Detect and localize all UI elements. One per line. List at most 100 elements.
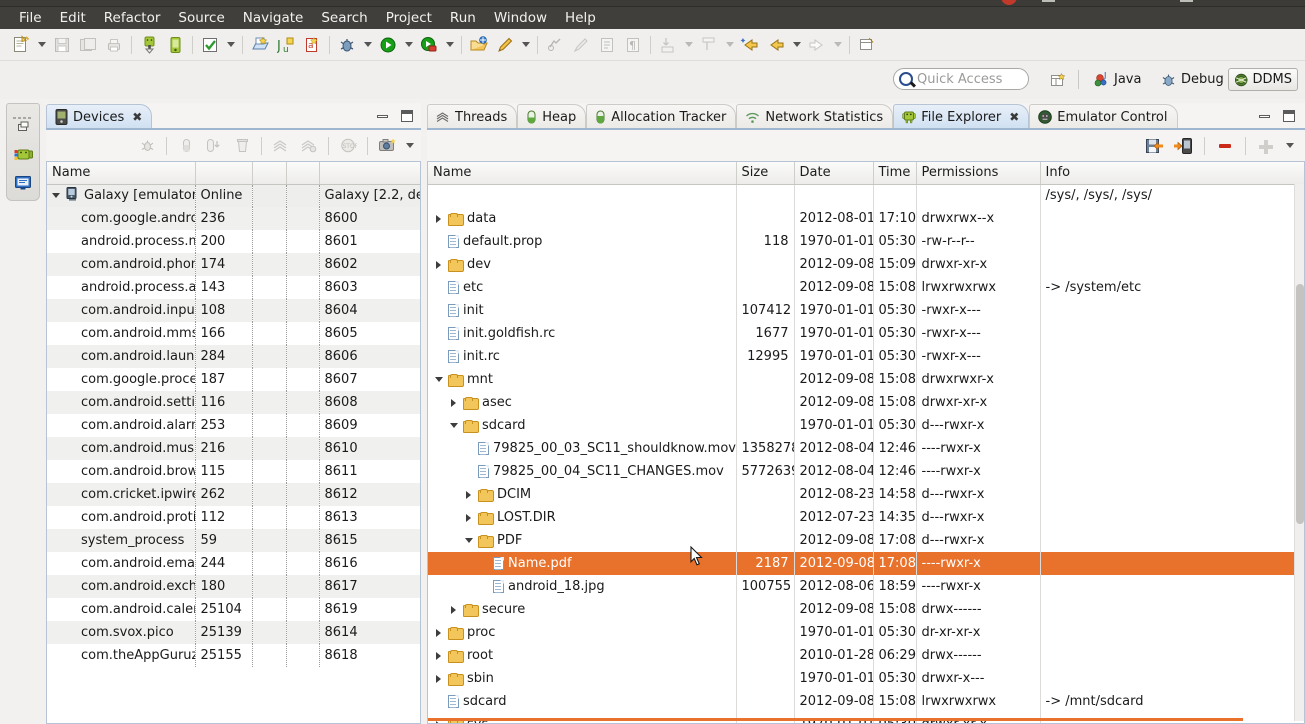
pull-file-icon[interactable] xyxy=(1142,133,1168,159)
devices-table-row[interactable]: com.android.alarmclock253 8609 xyxy=(47,414,420,437)
file-row[interactable]: default.prop 118 1970-01-01 05:30 -rw-r--r-- xyxy=(428,230,1304,253)
tab-allocation-tracker[interactable]: Allocation Tracker xyxy=(586,104,737,129)
devices-col-2[interactable] xyxy=(195,162,253,185)
explorer-col-name[interactable]: Name xyxy=(428,162,737,185)
file-row[interactable]: 79825_00_03_SC11_shouldknow.mov 1358278 20… xyxy=(428,437,1304,460)
explorer-col-size[interactable]: Size xyxy=(736,162,795,185)
new-android-xml-icon[interactable]: a xyxy=(299,32,325,58)
back-arrow-icon[interactable] xyxy=(763,32,789,58)
twisty-open-icon[interactable] xyxy=(435,374,444,386)
explorer-col-permissions[interactable]: Permissions xyxy=(916,162,1041,185)
devices-table-row[interactable]: android.process.acore143 8603 xyxy=(47,276,420,299)
search-pencil-icon[interactable] xyxy=(492,32,518,58)
search-dropdown-arrow-icon[interactable] xyxy=(518,32,533,58)
file-row[interactable]: sdcard 1970-01-01 05:30 d---rwxr-x xyxy=(428,414,1304,437)
file-row[interactable]: root 2010-01-28 06:29 drwx------ xyxy=(428,644,1304,667)
run-last-dropdown-arrow-icon[interactable] xyxy=(442,32,457,58)
devices-table-row[interactable]: com.android.browser115 8611 xyxy=(47,460,420,483)
back-history-active-icon[interactable] xyxy=(737,32,763,58)
menu-source[interactable]: Source xyxy=(169,8,233,28)
devices-table-row[interactable]: com.android.exchange180 8617 xyxy=(47,575,420,598)
menu-window[interactable]: Window xyxy=(485,8,556,28)
run-last-tool-icon[interactable] xyxy=(416,32,442,58)
new-junit-test-icon[interactable]: J u xyxy=(273,32,299,58)
twisty-open-icon[interactable] xyxy=(465,535,474,547)
twisty-closed-icon[interactable] xyxy=(465,489,474,501)
twisty-open-icon[interactable] xyxy=(450,420,459,432)
devices-table-row[interactable]: com.theAppGuruz.pdf25155 8618 xyxy=(47,644,420,667)
twisty-closed-icon[interactable] xyxy=(435,673,444,685)
devices-table-row[interactable]: android.process.media200 8601 xyxy=(47,230,420,253)
minimize-explorer-button[interactable] xyxy=(1257,108,1273,124)
devices-table-row[interactable]: com.cricket.ipwireless262 8612 xyxy=(47,483,420,506)
tab-network-statistics[interactable]: Network Statistics xyxy=(736,104,894,129)
android-avd-manager-icon[interactable] xyxy=(162,32,188,58)
twisty-closed-icon[interactable] xyxy=(435,627,444,639)
file-row[interactable]: PDF 2012-09-08 17:08 d---rwxr-x xyxy=(428,529,1304,552)
build-dropdown-arrow-icon[interactable] xyxy=(223,32,238,58)
tab-emulator-control[interactable]: Emulator Control xyxy=(1029,104,1178,129)
quick-access-input[interactable]: Quick Access xyxy=(893,68,1029,90)
explorer-view-menu-icon[interactable] xyxy=(1282,133,1297,159)
file-row[interactable]: sdcard 2012-09-08 15:08 lrwxrwxrwx -> /mnt/s… xyxy=(428,690,1304,713)
file-row[interactable]: Name.pdf 2187 2012-09-08 17:08 ----rwxr-x xyxy=(428,552,1304,575)
explorer-col-info[interactable]: Info xyxy=(1040,162,1304,185)
restore-icon[interactable] xyxy=(14,118,34,138)
file-row[interactable]: android_18.jpg 100755 2012-08-06 18:59 ----r… xyxy=(428,575,1304,598)
devices-table-row[interactable]: system_process 59 8615 xyxy=(47,529,420,552)
twisty-open-icon[interactable] xyxy=(52,190,61,202)
menu-run[interactable]: Run xyxy=(441,8,485,28)
explorer-col-date[interactable]: Date xyxy=(794,162,874,185)
file-row[interactable]: etc 2012-09-08 15:08 lrwxrwxrwx -> /system/e… xyxy=(428,276,1304,299)
maximize-explorer-button[interactable] xyxy=(1281,108,1297,124)
devices-table-row[interactable]: com.android.settings116 8608 xyxy=(47,391,420,414)
file-row[interactable]: asec 2012-09-08 15:08 drwxr-xr-x xyxy=(428,391,1304,414)
delete-file-icon[interactable] xyxy=(1212,133,1238,159)
open-type-icon[interactable] xyxy=(247,32,273,58)
menu-edit[interactable]: Edit xyxy=(51,8,95,28)
perspective-ddms[interactable]: DDMS xyxy=(1228,68,1298,91)
new-wizard-dropdown-arrow-icon[interactable] xyxy=(34,32,49,58)
open-perspective-icon[interactable] xyxy=(466,32,492,58)
file-row[interactable]: data 2012-08-01 17:10 drwxrwx--x xyxy=(428,207,1304,230)
explorer-vertical-scrollbar[interactable] xyxy=(1294,184,1304,721)
devices-col-5[interactable] xyxy=(319,162,420,185)
run-icon[interactable] xyxy=(375,32,401,58)
new-window-icon[interactable] xyxy=(854,32,880,58)
check-build-icon[interactable] xyxy=(197,32,223,58)
devices-table-row[interactable]: com.android.calendar25104 8619 xyxy=(47,598,420,621)
console-view-icon[interactable] xyxy=(14,174,34,194)
menu-refactor[interactable]: Refactor xyxy=(95,8,170,28)
tab-devices[interactable]: Devices ✖ xyxy=(46,104,153,129)
file-row[interactable]: DCIM 2012-08-23 14:58 d---rwxr-x xyxy=(428,483,1304,506)
close-icon[interactable]: ✖ xyxy=(132,110,142,124)
menu-project[interactable]: Project xyxy=(377,8,441,28)
android-sdk-manager-icon[interactable] xyxy=(136,32,162,58)
tab-threads[interactable]: Threads xyxy=(427,104,518,129)
perspective-debug[interactable]: Debug xyxy=(1155,68,1229,91)
file-row[interactable]: secure 2012-09-08 15:08 drwx------ xyxy=(428,598,1304,621)
push-file-icon[interactable] xyxy=(1171,133,1197,159)
new-wizard-icon[interactable] xyxy=(8,32,34,58)
devices-table-row[interactable]: com.google.android.apps.maps236 8600 xyxy=(47,207,420,230)
file-row[interactable]: dev 2012-09-08 15:09 drwxr-xr-x xyxy=(428,253,1304,276)
back-dropdown-arrow-icon[interactable] xyxy=(789,32,804,58)
perspective-java[interactable]: J Java xyxy=(1088,68,1146,91)
file-row[interactable]: sbin 1970-01-01 05:30 drwxr-x--- xyxy=(428,667,1304,690)
devices-col-name[interactable]: Name xyxy=(47,162,196,185)
debug-icon[interactable] xyxy=(334,32,360,58)
file-row[interactable]: mnt 2012-09-08 15:08 drwxrwxr-x xyxy=(428,368,1304,391)
minimize-devices-button[interactable] xyxy=(375,108,391,124)
devices-col-4[interactable] xyxy=(286,162,320,185)
devices-table-row[interactable]: Galaxy [emulator-5554]Online Galaxy [2.2,… xyxy=(47,184,420,207)
devices-table-row[interactable]: com.android.inputmethod.latin108 8604 xyxy=(47,299,420,322)
screen-capture-icon[interactable] xyxy=(374,133,400,159)
twisty-closed-icon[interactable] xyxy=(435,213,444,225)
file-row[interactable]: init 107412 1970-01-01 05:30 -rwxr-x--- xyxy=(428,299,1304,322)
devices-table-row[interactable]: com.android.protips112 8613 xyxy=(47,506,420,529)
file-row[interactable]: /sys/, /sys/, /sys/ xyxy=(428,184,1304,207)
debug-dropdown-arrow-icon[interactable] xyxy=(360,32,375,58)
devices-view-menu-icon[interactable] xyxy=(402,133,417,159)
run-dropdown-arrow-icon[interactable] xyxy=(401,32,416,58)
twisty-closed-icon[interactable] xyxy=(465,512,474,524)
